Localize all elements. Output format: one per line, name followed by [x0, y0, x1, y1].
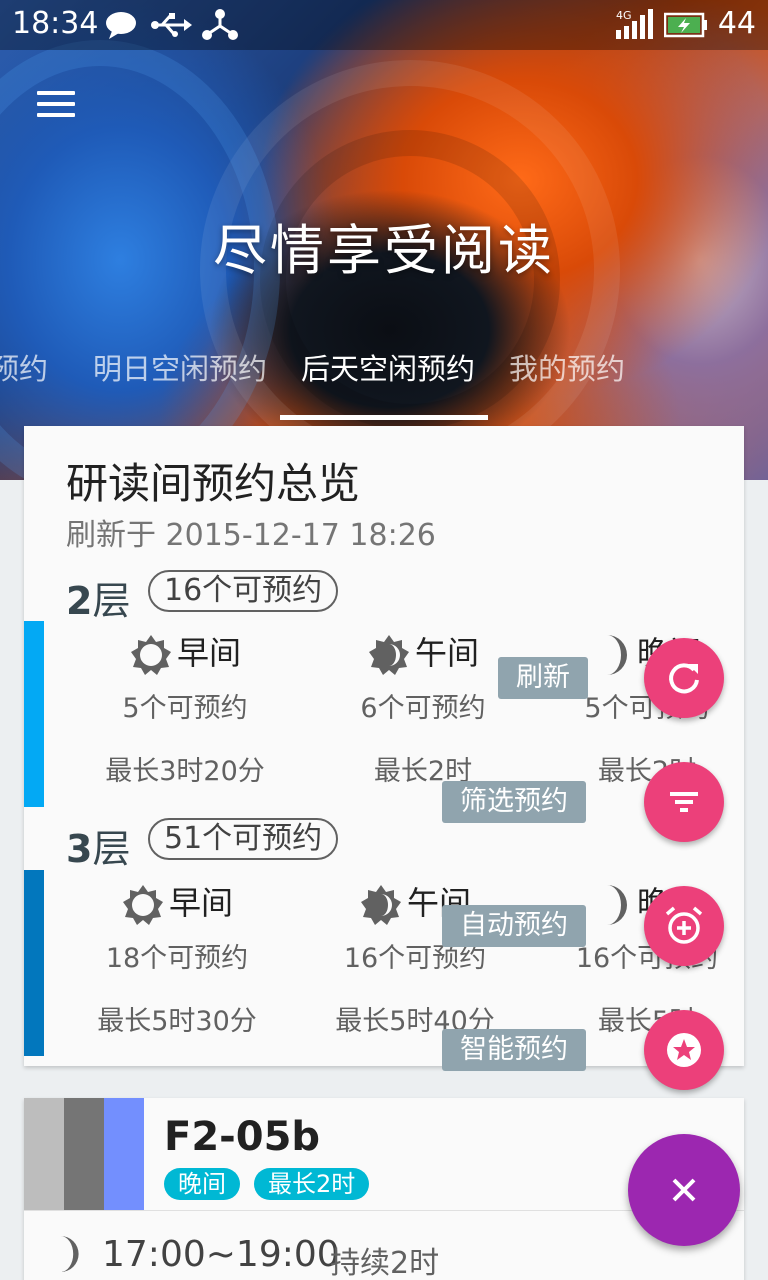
room-time-range: 17:00~19:00	[102, 1234, 340, 1275]
tab-day-after-tomorrow[interactable]: 后天空闲预约	[301, 346, 475, 388]
slot-chip: 晚间	[164, 1168, 240, 1200]
moon-icon	[60, 1236, 79, 1272]
floor-color-bar	[24, 870, 44, 1056]
room-duration: 持续2时	[330, 1246, 440, 1280]
tab-indicator	[280, 415, 488, 420]
signal-icon: 4G	[616, 9, 653, 39]
floor-available-badge: 51个可预约	[148, 818, 339, 860]
overview-title: 研读间预约总览	[66, 459, 361, 508]
floor-label: 2层	[66, 579, 131, 623]
filter-icon	[670, 792, 698, 812]
svg-text:4G: 4G	[616, 9, 632, 22]
fab-smart-reserve-button[interactable]	[644, 1010, 724, 1090]
room-color-swatch	[104, 1098, 144, 1210]
star-icon	[667, 1033, 701, 1067]
fab-refresh-button[interactable]	[644, 638, 724, 718]
floor-color-bar	[24, 621, 44, 807]
slot-evening[interactable]: 晚间 5个可预约 最长2时	[532, 630, 762, 788]
slot-evening[interactable]: 晚间 16个可预约 最长5时	[532, 880, 762, 1038]
refresh-time: 刷新于 2015-12-17 18:26	[66, 518, 436, 553]
battery-percent: 44	[717, 6, 756, 41]
usb-icon	[151, 13, 192, 37]
room-color-swatches	[24, 1098, 144, 1210]
status-time: 18:34	[12, 6, 99, 41]
tether-icon	[202, 9, 238, 40]
menu-button[interactable]	[30, 84, 82, 128]
fab-smart-reserve-label[interactable]: 智能预约	[442, 1029, 586, 1071]
half-sun-icon	[368, 635, 409, 675]
overview-card: 研读间预约总览 刷新于 2015-12-17 18:26 2层 16个可预约 早…	[24, 426, 744, 1066]
fab-auto-reserve-label[interactable]: 自动预约	[442, 905, 586, 947]
fab-filter-label[interactable]: 筛选预约	[442, 781, 586, 823]
status-bar: 18:34 4G 44	[0, 0, 768, 50]
refresh-icon	[669, 663, 699, 694]
moon-icon	[606, 635, 627, 675]
close-icon	[672, 1178, 696, 1202]
half-sun-icon	[360, 885, 401, 925]
fab-refresh-label[interactable]: 刷新	[498, 657, 588, 699]
slot-noon[interactable]: 午间 6个可预约 最长2时	[308, 630, 538, 788]
menu-icon	[37, 91, 75, 95]
floor-label: 3层	[66, 827, 131, 871]
moon-icon	[606, 885, 627, 925]
alarm-add-icon	[665, 906, 703, 944]
max-duration-chip: 最长2时	[254, 1168, 370, 1200]
room-color-swatch	[24, 1098, 64, 1210]
hero-title: 尽情享受阅读	[213, 219, 555, 282]
tab-today[interactable]: 预约	[0, 346, 48, 388]
slot-morning[interactable]: 早间 5个可预约 最长3时20分	[70, 630, 300, 788]
fab-auto-reserve-button[interactable]	[644, 886, 724, 966]
slot-morning[interactable]: 早间 18个可预约 最长5时30分	[62, 880, 292, 1038]
sun-icon	[130, 635, 171, 675]
tab-my-reservations[interactable]: 我的预约	[509, 346, 625, 388]
slot-noon[interactable]: 午间 16个可预约 最长5时40分	[300, 880, 530, 1038]
room-name: F2-05b	[164, 1114, 321, 1160]
fab-close-button[interactable]	[628, 1134, 740, 1246]
battery-icon	[664, 12, 707, 38]
fab-filter-button[interactable]	[644, 762, 724, 842]
room-color-swatch	[64, 1098, 104, 1210]
floor-available-badge: 16个可预约	[148, 570, 339, 612]
header-banner: 18:34 4G 44 尽情享受阅读 预约 明日空闲预约 后天空闲预约 我的预约	[0, 0, 768, 480]
message-icon	[106, 12, 136, 39]
tab-tomorrow[interactable]: 明日空闲预约	[93, 346, 267, 388]
sun-icon	[122, 885, 163, 925]
